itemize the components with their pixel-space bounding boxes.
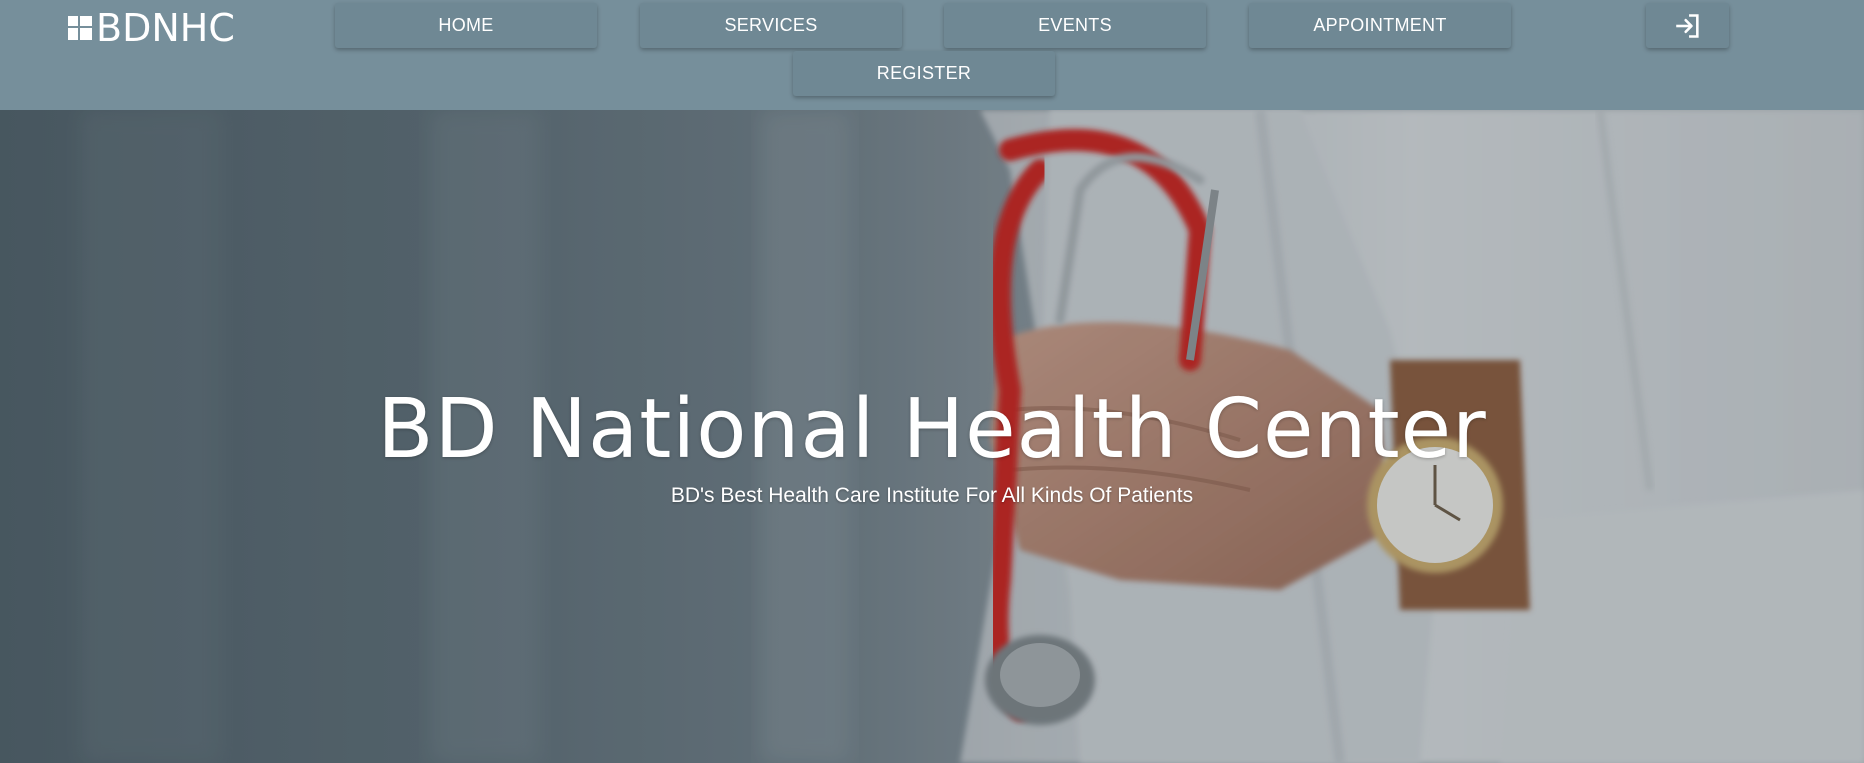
login-icon	[1675, 13, 1699, 38]
login-button[interactable]	[1646, 3, 1729, 48]
site-header: BDNHC HOME SERVICES EVENTS APPOINTMENT R…	[0, 0, 1864, 110]
site-logo[interactable]: BDNHC	[68, 8, 235, 48]
nav-register-button[interactable]: REGISTER	[793, 51, 1055, 96]
nav-services-button[interactable]: SERVICES	[640, 3, 902, 48]
logo-grid-icon	[68, 16, 92, 40]
nav-appointment-button[interactable]: APPOINTMENT	[1249, 3, 1511, 48]
hero-title: BD National Health Center	[377, 382, 1487, 477]
hero-section: BD National Health Center BD's Best Heal…	[0, 110, 1864, 763]
nav-events-button[interactable]: EVENTS	[944, 3, 1206, 48]
nav-home-button[interactable]: HOME	[335, 3, 597, 48]
brand-name: BDNHC	[96, 6, 235, 50]
hero-subtitle: BD's Best Health Care Institute For All …	[670, 484, 1194, 507]
